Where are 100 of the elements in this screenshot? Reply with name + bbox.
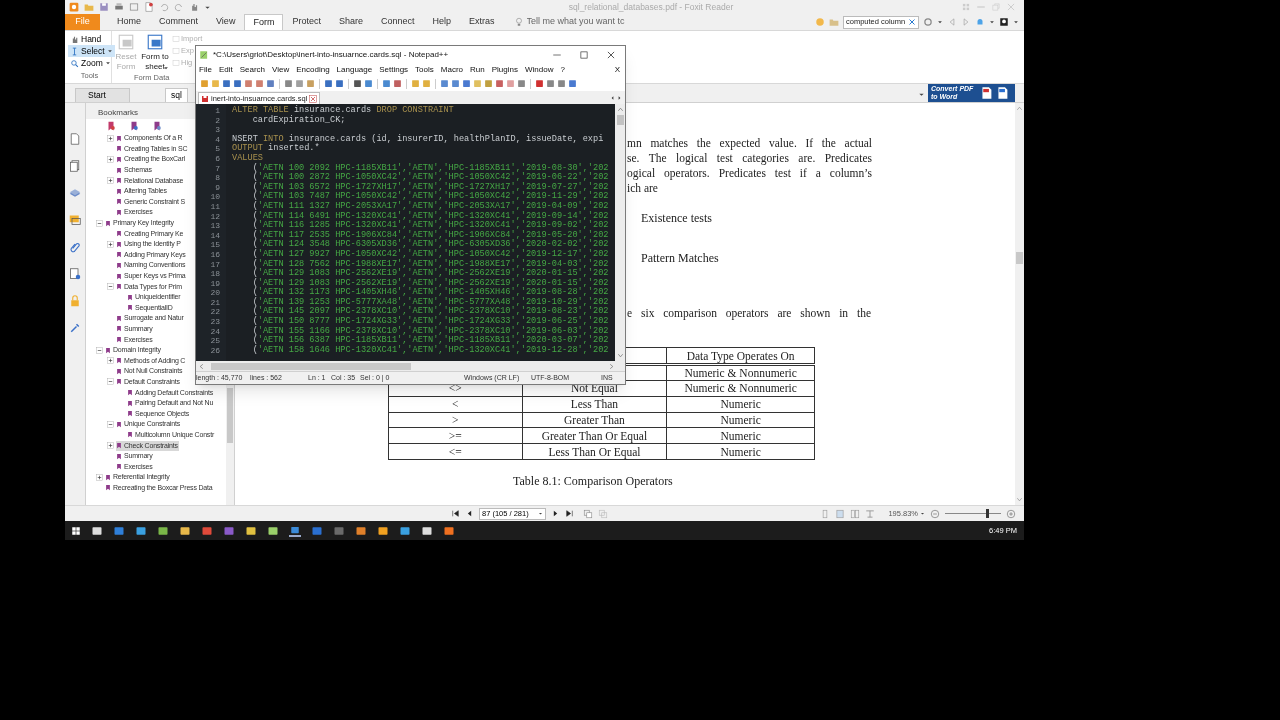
app-icon[interactable]	[91, 524, 103, 537]
menu-item[interactable]: Edit	[218, 63, 233, 76]
caret-icon[interactable]	[163, 65, 169, 71]
layers-icon[interactable]	[69, 187, 81, 199]
scrollbar[interactable]	[615, 104, 625, 361]
app-icon[interactable]	[421, 524, 433, 537]
tool-button[interactable]: Zoom	[68, 57, 113, 69]
expander-icon[interactable]	[107, 378, 114, 386]
caret-icon[interactable]	[538, 511, 543, 516]
menu-item[interactable]: Language	[336, 63, 373, 76]
menu-item[interactable]: ?	[560, 63, 565, 76]
hand-icon[interactable]	[70, 34, 79, 44]
signature-icon[interactable]	[69, 268, 81, 280]
expander-icon[interactable]	[96, 219, 103, 227]
scroll-up-icon[interactable]	[616, 106, 624, 113]
ribbon-tab[interactable]: Home	[108, 14, 150, 30]
next-page-icon[interactable]	[551, 509, 560, 518]
page-icon[interactable]	[69, 133, 81, 145]
expander-icon[interactable]	[96, 346, 103, 354]
document-icon[interactable]	[144, 2, 154, 12]
close-tab-icon[interactable]	[309, 94, 318, 103]
menu-item[interactable]: View	[272, 63, 290, 76]
menu-item[interactable]: Encoding	[296, 63, 330, 76]
ribbon-button[interactable]: Form to sheet	[140, 33, 170, 72]
caret-icon[interactable]	[920, 511, 925, 516]
app-icon[interactable]	[443, 524, 455, 537]
clear-icon[interactable]	[908, 18, 916, 26]
tool-button[interactable]: Hand	[68, 33, 104, 45]
tool-button[interactable]: Select	[68, 45, 115, 57]
scrollbar-thumb[interactable]	[616, 115, 624, 125]
zoom-in-icon[interactable]	[1006, 508, 1016, 519]
scroll-right-icon[interactable]	[608, 362, 615, 370]
bookmark-tool-icon[interactable]	[152, 121, 162, 131]
last-page-icon[interactable]	[565, 509, 574, 518]
bookmark-tool-icon[interactable]	[106, 121, 116, 131]
zoom-out-icon[interactable]	[930, 508, 940, 519]
menu-item[interactable]: File	[199, 63, 212, 76]
expander-icon[interactable]	[107, 177, 114, 185]
app-icon[interactable]	[179, 524, 191, 537]
gear-icon[interactable]	[923, 17, 933, 27]
scroll-right-icon[interactable]	[616, 94, 623, 102]
ribbon-tab[interactable]: Connect	[371, 14, 424, 30]
app-icon[interactable]	[267, 524, 279, 537]
app-icon[interactable]	[157, 524, 169, 537]
scrollbar-thumb[interactable]	[211, 362, 411, 370]
copy-page-icon[interactable]	[583, 508, 593, 519]
lightbulb-icon[interactable]	[513, 17, 524, 27]
expander-icon[interactable]	[107, 283, 114, 291]
ribbon-tab[interactable]: Share	[329, 14, 372, 30]
ribbon-tab[interactable]: Help	[423, 14, 460, 30]
app-icon[interactable]	[135, 524, 147, 537]
scrollbar-thumb[interactable]	[227, 388, 233, 443]
first-page-icon[interactable]	[451, 509, 460, 518]
save-icon[interactable]	[99, 2, 109, 12]
page-view-icon[interactable]	[850, 508, 861, 519]
menu-item[interactable]: Tools	[415, 63, 434, 76]
bookmark-tool-icon[interactable]	[129, 121, 139, 131]
menu-item[interactable]: Plugins	[491, 63, 518, 76]
slider-thumb[interactable]	[985, 509, 989, 518]
window-icon[interactable]	[129, 2, 139, 12]
previous-page-icon[interactable]	[465, 509, 474, 518]
user-icon[interactable]	[999, 17, 1009, 27]
paperclip-icon[interactable]	[69, 241, 81, 253]
zoom-icon[interactable]	[70, 58, 79, 68]
expander-icon[interactable]	[107, 357, 114, 365]
scrollbar-thumb[interactable]	[1016, 252, 1023, 264]
scroll-left-icon[interactable]	[609, 94, 616, 102]
document-tab[interactable]: sql	[165, 88, 188, 102]
start-icon[interactable]	[71, 525, 81, 536]
ribbon-tab[interactable]: Extras	[460, 14, 504, 30]
ribbon-tab[interactable]: Protect	[283, 14, 330, 30]
expander-icon[interactable]	[107, 420, 114, 428]
scroll-down-icon[interactable]	[616, 352, 624, 359]
sheet-icon[interactable]	[146, 33, 164, 51]
maximize-icon[interactable]	[579, 49, 589, 60]
app-icon[interactable]	[377, 524, 389, 537]
caret-icon[interactable]	[937, 19, 943, 25]
hand-icon[interactable]	[189, 2, 199, 12]
ribbon-tab[interactable]: Form	[244, 14, 284, 30]
ribbon-tab[interactable]: Comment	[150, 14, 208, 30]
notepad-icon[interactable]	[199, 49, 209, 60]
menu-item[interactable]: Run	[470, 63, 485, 76]
app-icon[interactable]	[245, 524, 257, 537]
comment-icon[interactable]	[69, 214, 81, 226]
menu-item[interactable]: Window	[524, 63, 554, 76]
app-icon[interactable]	[355, 524, 367, 537]
expander-icon[interactable]	[107, 156, 114, 163]
close-icon[interactable]	[606, 49, 616, 60]
expander-icon[interactable]	[107, 442, 114, 449]
caret-icon[interactable]	[1013, 19, 1019, 25]
print-icon[interactable]	[114, 2, 124, 12]
menu-item[interactable]: Macro	[440, 63, 464, 76]
wrench-icon[interactable]	[69, 322, 81, 334]
app-logo-icon[interactable]	[69, 2, 79, 12]
bell-icon[interactable]	[975, 17, 985, 27]
pages-icon[interactable]	[69, 160, 81, 172]
close-document-button[interactable]: X	[614, 63, 622, 76]
text-cursor-icon[interactable]	[70, 46, 79, 56]
app-icon[interactable]	[399, 524, 411, 537]
caret-icon[interactable]	[989, 19, 995, 25]
